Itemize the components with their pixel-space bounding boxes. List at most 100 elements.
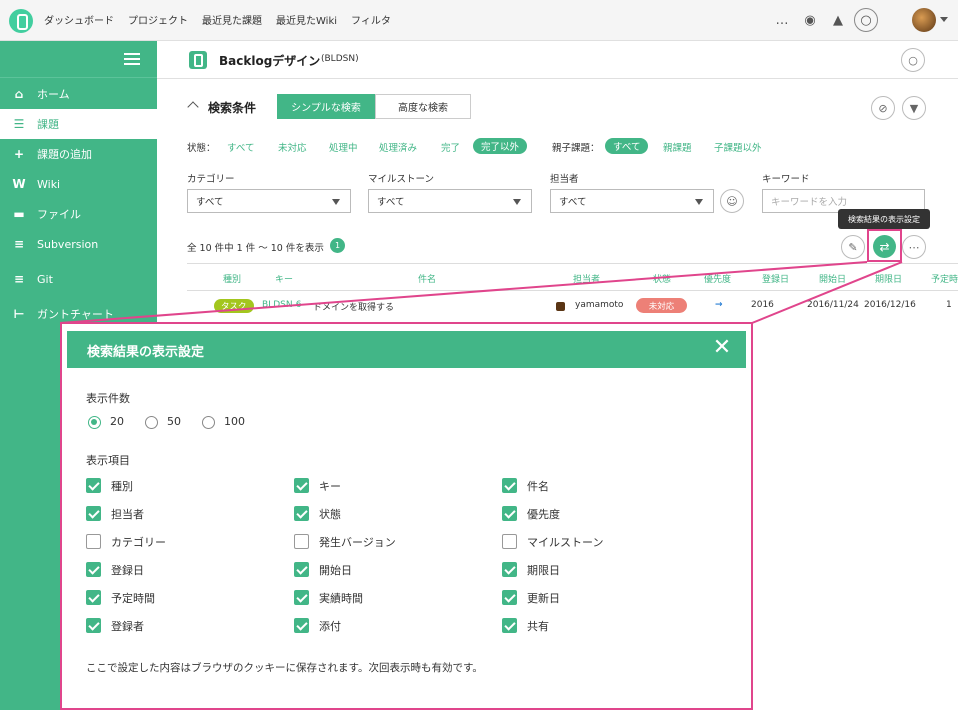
sidebar-item-git[interactable]: ≡ Git — [0, 264, 157, 294]
checkbox-label: 予定時間 — [111, 592, 155, 605]
radio-label: 50 — [167, 415, 181, 428]
svn-icon: ≡ — [13, 237, 25, 251]
checkbox[interactable] — [86, 618, 101, 633]
project-header: Backlogデザイン (BLDSN) ○ — [157, 41, 958, 79]
search-conditions-title[interactable]: 検索条件 — [208, 99, 256, 116]
table-row[interactable]: タスク BLDSN-6 ドメインを取得する yamamoto 未対応 → 201… — [187, 292, 958, 320]
checkbox[interactable] — [294, 534, 309, 549]
hamburger-menu-icon[interactable] — [124, 53, 140, 65]
column-header[interactable]: 優先度 — [704, 272, 731, 285]
sidebar-item-files[interactable]: ▬ ファイル — [0, 199, 157, 229]
checkbox-label: 件名 — [527, 480, 549, 493]
start-date: 2016/11/24 — [807, 300, 859, 310]
checkbox[interactable] — [502, 534, 517, 549]
checkbox[interactable] — [86, 590, 101, 605]
backlog-logo-icon[interactable] — [9, 9, 33, 33]
tab-advanced-search[interactable]: 高度な検索 — [375, 94, 471, 119]
column-header[interactable]: 件名 — [418, 272, 436, 285]
category-select[interactable]: すべて — [187, 189, 351, 213]
checkbox-label: 種別 — [111, 480, 133, 493]
radio-20[interactable] — [88, 416, 101, 429]
due-date: 2016/12/16 — [864, 300, 916, 310]
status-option[interactable]: 未対応 — [278, 140, 307, 154]
sidebar-item-subversion[interactable]: ≡ Subversion — [0, 229, 157, 259]
bulk-edit-icon[interactable]: ✎ — [841, 235, 865, 259]
tab-simple-search[interactable]: シンプルな検索 — [277, 94, 375, 119]
column-header[interactable]: 登録日 — [762, 272, 789, 285]
parent-option[interactable]: 親課題 — [663, 140, 692, 154]
chevron-up-icon[interactable] — [187, 101, 199, 113]
nav-recent-issues[interactable]: 最近見た課題 — [202, 12, 262, 27]
sidebar-item-home[interactable]: ⌂ ホーム — [0, 79, 157, 109]
checkbox-label: 状態 — [319, 508, 341, 521]
watch-icon[interactable]: ◉ — [796, 6, 824, 34]
close-icon[interactable]: ✕ — [710, 336, 734, 360]
nav-recent-wiki[interactable]: 最近見たWiki — [276, 12, 337, 27]
checkbox-label: 共有 — [527, 620, 549, 633]
checkbox[interactable] — [294, 618, 309, 633]
parent-option-selected[interactable]: すべて — [605, 138, 649, 154]
more-icon[interactable]: … — [768, 6, 796, 34]
nav-projects[interactable]: プロジェクト — [128, 12, 188, 27]
project-icon — [189, 51, 207, 69]
checkbox[interactable] — [86, 478, 101, 493]
wiki-icon: W — [12, 177, 26, 191]
status-option[interactable]: 処理中 — [329, 140, 358, 154]
sidebar-item-issues[interactable]: ☰ 課題 — [0, 109, 157, 139]
checkbox[interactable] — [86, 534, 101, 549]
search-icon[interactable]: ○ — [854, 8, 878, 32]
status-option-selected[interactable]: 完了以外 — [473, 138, 528, 154]
filter-add-icon[interactable]: ▼ — [902, 96, 926, 120]
nav-filter[interactable]: フィルタ — [351, 12, 391, 27]
radio-50[interactable] — [145, 416, 158, 429]
notification-bell-icon[interactable]: ▲ — [824, 6, 852, 34]
display-settings-icon[interactable]: ⇄ — [873, 235, 896, 258]
more-options-icon[interactable]: ⋯ — [902, 235, 926, 259]
nav-dashboard[interactable]: ダッシュボード — [44, 12, 114, 27]
column-header[interactable]: 開始日 — [819, 272, 846, 285]
checkbox[interactable] — [86, 506, 101, 521]
checkbox-label: キー — [319, 480, 341, 493]
radio-label: 100 — [224, 415, 245, 428]
status-option[interactable]: 処理済み — [379, 140, 417, 154]
sidebar-item-wiki[interactable]: W Wiki — [0, 169, 157, 199]
page-badge[interactable]: 1 — [330, 238, 345, 253]
column-header[interactable]: 予定時 — [931, 272, 958, 285]
project-search-icon[interactable]: ○ — [901, 48, 925, 72]
radio-100[interactable] — [202, 416, 215, 429]
column-header[interactable]: 期限日 — [875, 272, 902, 285]
checkbox[interactable] — [294, 478, 309, 493]
column-header[interactable]: 種別 — [223, 272, 241, 285]
checkbox[interactable] — [294, 590, 309, 605]
milestone-select[interactable]: すべて — [368, 189, 532, 213]
issue-subject[interactable]: ドメインを取得する — [313, 300, 394, 313]
chevron-down-icon[interactable] — [940, 17, 948, 22]
myself-user-icon[interactable]: ☺ — [720, 189, 744, 213]
column-header[interactable]: 状態 — [653, 272, 671, 285]
link-icon[interactable]: ⊘ — [871, 96, 895, 120]
checkbox-label: 登録者 — [111, 620, 144, 633]
column-header[interactable]: キー — [275, 272, 293, 285]
column-header[interactable]: 担当者 — [573, 272, 600, 285]
assignee-select[interactable]: すべて — [550, 189, 714, 213]
issue-key-link[interactable]: BLDSN-6 — [262, 300, 302, 310]
user-avatar[interactable] — [912, 8, 936, 32]
priority-arrow-icon: → — [715, 300, 723, 310]
checkbox[interactable] — [294, 506, 309, 521]
checkbox[interactable] — [86, 562, 101, 577]
project-name[interactable]: Backlogデザイン — [219, 52, 320, 69]
parent-option[interactable]: 子課題以外 — [714, 140, 762, 154]
checkbox[interactable] — [502, 506, 517, 521]
sidebar-item-add-issue[interactable]: + 課題の追加 — [0, 139, 157, 169]
status-option[interactable]: すべて — [227, 140, 254, 154]
checkbox[interactable] — [294, 562, 309, 577]
checkbox[interactable] — [502, 590, 517, 605]
sidebar-item-label: Subversion — [37, 237, 99, 251]
checkbox-label: 添付 — [319, 620, 341, 633]
modal-header: 検索結果の表示設定 ✕ — [67, 331, 746, 368]
status-option[interactable]: 完了 — [441, 140, 460, 154]
checkbox[interactable] — [502, 562, 517, 577]
checkbox[interactable] — [502, 618, 517, 633]
git-icon: ≡ — [13, 272, 25, 286]
checkbox[interactable] — [502, 478, 517, 493]
